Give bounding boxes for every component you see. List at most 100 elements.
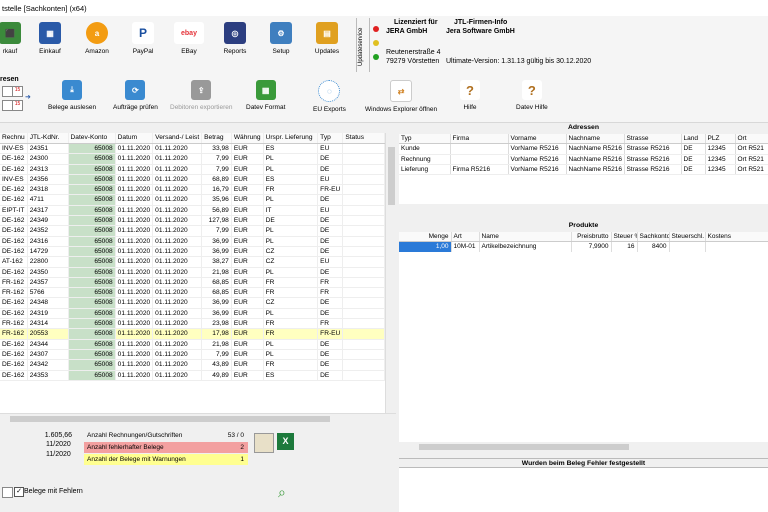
table-row[interactable]: DE-162 24300 65008 01.11.2020 01.11.2020 7,99… [0,153,385,165]
scroll-thumb[interactable] [388,147,395,205]
column-header[interactable]: Strasse [624,134,682,145]
table-cell: 24356 [27,174,69,186]
column-header[interactable]: Sachkonto [637,232,670,243]
products-horizontal-scrollbar[interactable] [399,442,768,452]
table-cell [342,297,385,309]
column-header[interactable]: Datum [115,133,154,144]
table-cell: EUR [231,236,264,247]
table-row[interactable]: EIPT-IT 24317 65008 01.11.2020 01.11.2020 56,… [0,205,385,217]
column-header[interactable]: PLZ [705,134,736,145]
column-header[interactable]: Währung [231,133,264,144]
export-debtors-button[interactable]: ⇪ Debitoren exportieren [170,80,233,111]
table-row[interactable]: INV-ES 24351 65008 01.11.2020 01.11.2020 33,9… [0,143,385,155]
table-cell: CZ [263,256,319,268]
table-cell: DE-162 [0,339,28,350]
table-cell: EUR [231,339,264,350]
addresses-horizontal-scrollbar[interactable] [399,206,768,216]
calculator-icon[interactable] [254,433,274,453]
column-header[interactable]: Typ [399,134,451,145]
column-header[interactable]: Art [451,232,480,243]
table-row[interactable]: DE-162 24313 65008 01.11.2020 01.11.2020 7,99… [0,164,385,175]
ribbon-button-reports[interactable]: ◎ Reports [213,22,257,55]
column-header[interactable]: Firma [450,134,509,145]
column-header[interactable]: Vorname [508,134,567,145]
excel-icon[interactable]: X [277,433,294,450]
column-header[interactable]: Ort [735,134,768,145]
table-row[interactable]: DE-162 24316 65008 01.11.2020 01.11.2020 36,9… [0,236,385,247]
table-row[interactable]: DE-162 24342 65008 01.11.2020 01.11.2020 43,8… [0,359,385,371]
table-row[interactable]: Kunde VorName R5216 NachName R5216 Strasse … [399,143,768,155]
ribbon-button-einkauf[interactable]: ▦ Einkauf [28,22,72,55]
scroll-thumb[interactable] [10,416,330,422]
table-row[interactable]: DE-162 24318 65008 01.11.2020 01.11.2020 16,7… [0,184,385,196]
column-header[interactable]: Urspr. Lieferung [263,133,319,144]
check-orders-button[interactable]: ⟳ Aufträge prüfen [113,80,158,111]
table-row[interactable]: DE-162 24353 65008 01.11.2020 01.11.2020 49,8… [0,370,385,381]
table-row[interactable]: DE-162 24307 65008 01.11.2020 01.11.2020 7,99… [0,349,385,361]
eu-exports-button[interactable]: ◌ EU Exports [313,80,346,113]
ribbon-button-paypal[interactable]: P PayPal [121,22,165,55]
table-row[interactable]: FR-162 5766 65008 01.11.2020 01.11.2020 68,85… [0,287,385,299]
table-row[interactable]: FR-162 24357 65008 01.11.2020 01.11.2020 68,8… [0,277,385,289]
column-header[interactable]: Nachname [566,134,625,145]
table-row[interactable]: FR-162 24314 65008 01.11.2020 01.11.2020 23,9… [0,318,385,330]
table-row[interactable]: DE-162 14729 65008 01.11.2020 01.11.2020 36,9… [0,246,385,258]
table-row[interactable]: 1,00 10M-01 Artikelbezeichnung 7,9900 16 8400 [399,241,768,252]
column-header[interactable]: JTL-KdNr. [27,133,69,144]
table-cell: 01.11.2020 [115,349,154,361]
table-row[interactable]: DE-162 24319 65008 01.11.2020 01.11.2020 36,9… [0,308,385,320]
help-button[interactable]: ? Hilfe [460,80,480,111]
datev-help-button[interactable]: ? Datev Hilfe [516,80,548,111]
errors-only-checkbox[interactable]: ✓ [14,487,24,497]
table-cell: 01.11.2020 [152,308,203,320]
table-row[interactable]: Rechnung VorName R5216 NachName R5216 Stras… [399,154,768,165]
column-header[interactable]: Rechnu [0,133,28,144]
table-row[interactable]: DE-162 24349 65008 01.11.2020 01.11.2020 127,… [0,215,385,227]
column-header[interactable]: Menge [399,232,452,243]
ribbon-button-updates[interactable]: ▤ Updates [305,22,349,55]
column-header[interactable]: Kostens [705,232,768,243]
open-explorer-button[interactable]: ⇄ Windows Explorer öffnen [365,80,437,113]
table-cell: 10M-01 [451,241,480,252]
column-header[interactable]: Land [681,134,706,145]
column-header[interactable]: Betrag [201,133,232,144]
table-row[interactable]: DE-162 24344 65008 01.11.2020 01.11.2020 21,9… [0,339,385,350]
column-header[interactable]: Versand-/ Leist [152,133,203,144]
calendar-from-icon[interactable]: 15 [12,86,23,97]
table-cell: 01.11.2020 [115,359,154,371]
ribbon-button-ebay[interactable]: ebay EBay [167,22,211,55]
search-icon[interactable]: ⌕ [278,484,296,502]
table-cell: 43,89 [201,359,232,371]
column-header[interactable]: Preisbrutto [571,232,612,243]
table-row[interactable]: DE-162 24350 65008 01.11.2020 01.11.2020 21,9… [0,267,385,278]
calendar-to-icon[interactable]: 15 [12,100,23,111]
grid-vertical-scrollbar[interactable] [385,133,397,413]
table-row[interactable]: DE-162 24348 65008 01.11.2020 01.11.2020 36,9… [0,297,385,309]
ribbon-button-amazon[interactable]: a Amazon [75,22,119,55]
table-row[interactable]: AT-162 22800 65008 01.11.2020 01.11.2020 38,2… [0,256,385,268]
read-receipts-button[interactable]: ⤓ Belege auslesen [48,80,96,111]
column-header[interactable]: Status [342,133,385,144]
table-row[interactable]: DE-162 24352 65008 01.11.2020 01.11.2020 7,99… [0,225,385,237]
table-cell: EUR [231,297,264,309]
arrow-right-icon: ➜ [25,94,31,101]
table-row[interactable]: DE-162 4711 65008 01.11.2020 01.11.2020 35,96… [0,194,385,206]
explorer-icon: ⇄ [390,80,413,102]
scroll-thumb[interactable] [419,444,629,450]
table-cell: DE-162 [0,184,28,196]
date-from: 11/2020 [46,441,71,448]
datev-format-button[interactable]: ▦ Datev Format [246,80,285,111]
ribbon-button-setup[interactable]: ⚙ Setup [259,22,303,55]
column-header[interactable]: Datev-Konto [68,133,116,144]
filter-field[interactable] [2,487,13,498]
column-header[interactable]: Name [479,232,572,243]
column-header[interactable]: Typ [317,133,344,144]
column-header[interactable]: Steuer % [611,232,638,243]
table-row[interactable]: INV-ES 24356 65008 01.11.2020 01.11.2020 68,8… [0,174,385,186]
column-header[interactable]: Steuerschl. [669,232,706,243]
grid-horizontal-scrollbar[interactable] [0,413,396,424]
table-cell: Ort R521 [735,154,768,165]
table-row[interactable]: Lieferung Firma R5216 VorName R5216 NachNam… [399,164,768,176]
table-cell [342,359,385,371]
table-row[interactable]: FR-162 20553 65008 01.11.2020 01.11.2020 17,9… [0,328,385,340]
